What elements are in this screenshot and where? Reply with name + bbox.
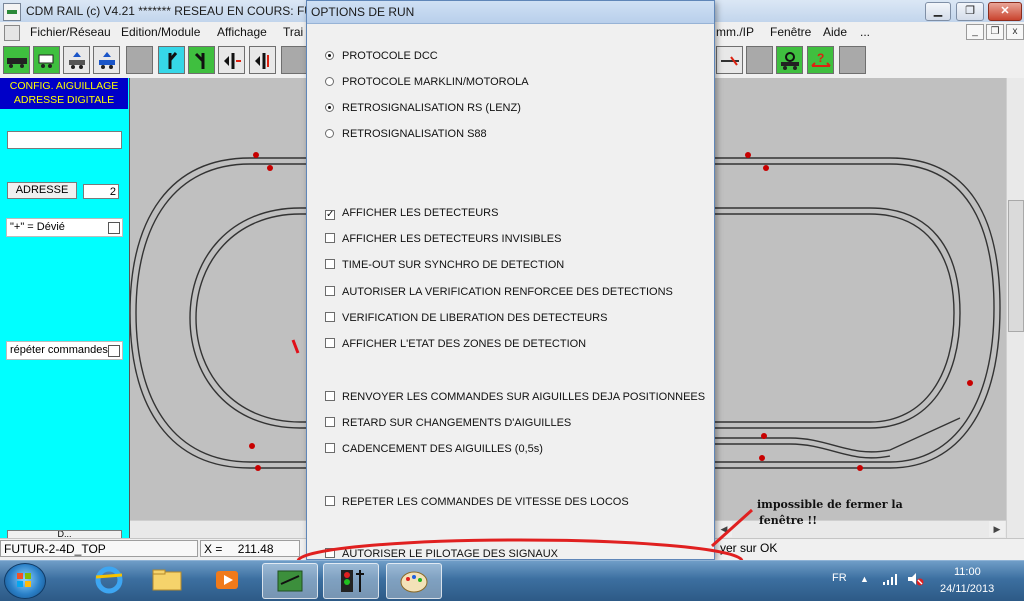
volume-muted-icon[interactable]: [906, 571, 924, 587]
annotation-line1: impossible de fermer la: [757, 498, 903, 511]
cdm-rail-signal-taskbar-button[interactable]: [323, 563, 379, 599]
clock-date[interactable]: 24/11/2013: [940, 583, 994, 595]
windows-logo-icon: [17, 573, 31, 587]
annotation-pointer-line: [710, 508, 754, 548]
explorer-folder-icon[interactable]: [140, 563, 194, 597]
paint-taskbar-button[interactable]: [386, 563, 442, 599]
internet-explorer-icon[interactable]: [82, 563, 136, 597]
network-signal-icon[interactable]: [882, 572, 900, 586]
language-indicator[interactable]: FR: [832, 572, 847, 584]
cdm-rail-taskbar-button[interactable]: [262, 563, 318, 599]
show-hidden-icons-icon[interactable]: ▲: [860, 574, 869, 584]
annotation-text: impossible de fermer la fenêtre !!: [757, 497, 903, 529]
media-player-icon[interactable]: [202, 563, 256, 597]
annotation-line2: fenêtre !!: [759, 514, 818, 527]
clock-time[interactable]: 11:00: [954, 566, 981, 578]
